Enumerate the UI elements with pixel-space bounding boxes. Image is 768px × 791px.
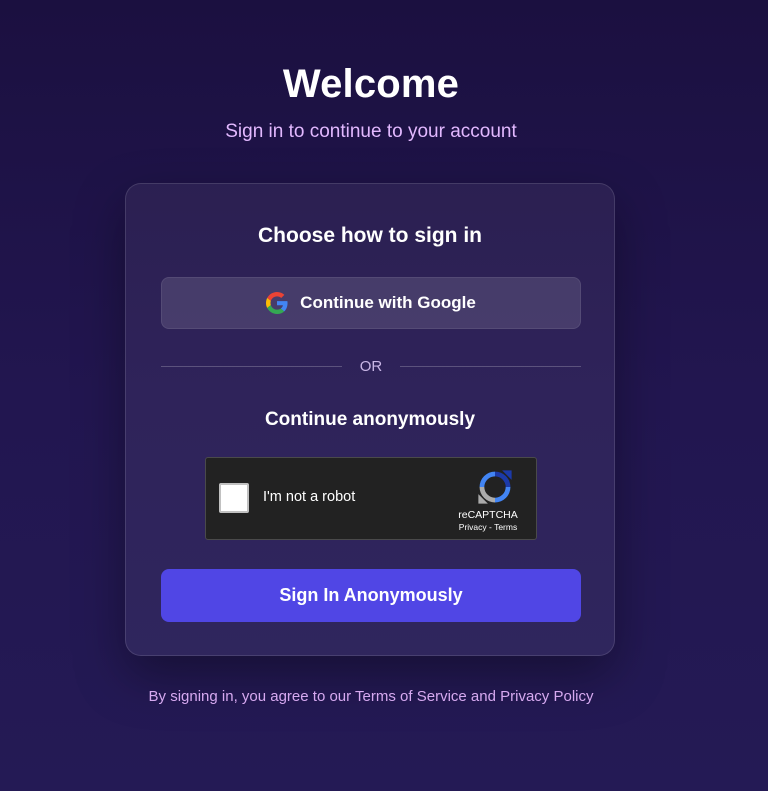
- anonymous-heading: Continue anonymously: [126, 409, 614, 431]
- recaptcha-link-separator: -: [487, 522, 494, 532]
- terms-of-service-link[interactable]: Terms of Service: [355, 688, 467, 705]
- divider-line-left: [161, 366, 342, 367]
- sign-in-card: Choose how to sign in Continue with Goog…: [125, 183, 615, 656]
- recaptcha-checkbox[interactable]: [219, 483, 249, 513]
- recaptcha-label: I'm not a robot: [263, 489, 355, 505]
- divider-line-right: [400, 366, 581, 367]
- continue-with-google-button[interactable]: Continue with Google: [161, 277, 581, 329]
- recaptcha-logo-icon: [476, 468, 514, 506]
- footer-conjunction: and: [467, 688, 500, 705]
- page-title: Welcome: [0, 62, 742, 107]
- footer-prefix: By signing in, you agree to our: [149, 688, 356, 705]
- recaptcha-privacy-link[interactable]: Privacy: [459, 522, 487, 532]
- google-button-label: Continue with Google: [300, 293, 476, 313]
- privacy-policy-link[interactable]: Privacy Policy: [500, 688, 593, 705]
- sign-in-anonymously-button[interactable]: Sign In Anonymously: [161, 569, 581, 622]
- recaptcha-terms-link[interactable]: Terms: [494, 522, 517, 532]
- recaptcha-widget: I'm not a robot reCAPTCHA Privacy - Term…: [205, 457, 537, 540]
- card-heading: Choose how to sign in: [126, 224, 614, 248]
- page-subtitle: Sign in to continue to your account: [0, 121, 742, 143]
- recaptcha-links: Privacy - Terms: [453, 522, 523, 532]
- recaptcha-brand: reCAPTCHA: [453, 509, 523, 521]
- google-icon: [266, 292, 288, 314]
- or-divider: OR: [161, 356, 581, 376]
- footer-legal-text: By signing in, you agree to our Terms of…: [0, 688, 742, 705]
- divider-text: OR: [342, 358, 401, 375]
